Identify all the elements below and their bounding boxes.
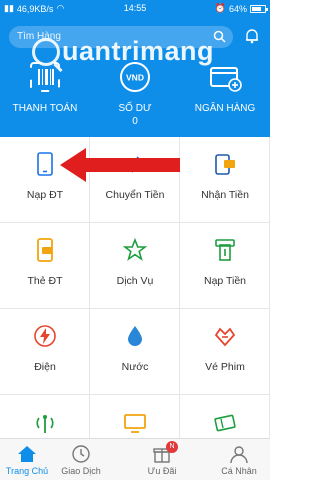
user-icon	[230, 446, 248, 464]
red-pointer-arrow	[60, 148, 180, 182]
water-drop-icon	[128, 326, 142, 346]
bank-label: NGÂN HÀNG	[194, 103, 256, 114]
service-services[interactable]: Dịch Vụ	[90, 223, 180, 309]
service-electricity[interactable]: Điện	[0, 309, 90, 395]
bank-card-icon	[210, 67, 242, 92]
service-label: Nạp ĐT	[26, 189, 64, 201]
barcode-scan-icon	[30, 62, 60, 92]
ticket-icon	[214, 414, 236, 432]
home-icon	[18, 446, 36, 462]
balance-button[interactable]: VND SỐ DƯ 0	[90, 60, 180, 132]
service-receive[interactable]: Nhận Tiền	[180, 137, 270, 223]
bank-button[interactable]: NGÂN HÀNG	[180, 60, 270, 132]
vnd-coin-text: VND	[126, 73, 144, 83]
atm-deposit-icon	[215, 239, 235, 261]
service-phone-card[interactable]: Thẻ ĐT	[0, 223, 90, 309]
tab-label: Trang Chủ	[5, 466, 49, 476]
tab-offers[interactable]: N Ưu Đãi	[135, 439, 189, 480]
tab-profile[interactable]: Cá Nhân	[212, 439, 266, 480]
battery-icon	[250, 4, 268, 13]
alarm-icon: ⏰	[214, 3, 226, 13]
battery-level: 64%	[228, 3, 247, 14]
tab-transactions[interactable]: Giao Dịch	[54, 439, 108, 480]
internet-antenna-icon	[36, 415, 54, 433]
phone-topup-icon	[37, 152, 53, 176]
service-label: Nhận Tiền	[201, 189, 249, 201]
service-grid: Nạp ĐT Chuyển Tiền Nhận Tiền Thẻ ĐT Dịch…	[0, 137, 270, 480]
service-label: Dịch Vụ	[116, 275, 154, 287]
receive-money-icon	[215, 154, 235, 175]
service-deposit[interactable]: Nạp Tiền	[180, 223, 270, 309]
vnd-coin-icon: VND	[120, 62, 150, 92]
movie-ticket-icon	[214, 327, 236, 347]
tab-label: Ưu Đãi	[147, 466, 177, 476]
service-label: Thẻ ĐT	[27, 275, 63, 287]
tab-label: Cá Nhân	[221, 466, 257, 476]
quick-pay-label: THANH TOÁN	[12, 103, 78, 114]
quick-pay-button[interactable]: THANH TOÁN	[0, 60, 90, 132]
star-service-icon	[123, 238, 147, 261]
service-label: Chuyển Tiền	[105, 189, 165, 201]
new-badge: N	[166, 441, 178, 453]
status-bar: ▮▮ 46,9KB/s ◠ 14:55 ⏰ 64%	[0, 0, 270, 16]
tab-label: Giao Dịch	[61, 466, 101, 476]
service-label: Vé Phim	[205, 361, 245, 373]
search-icon	[213, 30, 226, 43]
header-panel: ▮▮ 46,9KB/s ◠ 14:55 ⏰ 64% Tìm Hàng uantr…	[0, 0, 270, 137]
bell-icon[interactable]	[244, 28, 260, 44]
service-label: Điện	[34, 361, 56, 373]
clock-icon	[72, 445, 90, 463]
service-label: Nạp Tiền	[203, 275, 247, 287]
balance-value: 0	[132, 116, 138, 127]
electricity-icon	[34, 325, 56, 347]
tab-home[interactable]: Trang Chủ	[0, 439, 54, 480]
service-movie-ticket[interactable]: Vé Phim	[180, 309, 270, 395]
service-label: Nước	[121, 361, 149, 373]
balance-label: SỐ DƯ	[118, 103, 152, 114]
tv-icon	[124, 414, 146, 433]
phone-card-icon	[37, 238, 53, 262]
service-water[interactable]: Nước	[90, 309, 180, 395]
bottom-tab-bar: Trang Chủ Giao Dịch N Ưu Đãi Cá Nhân	[0, 438, 270, 480]
